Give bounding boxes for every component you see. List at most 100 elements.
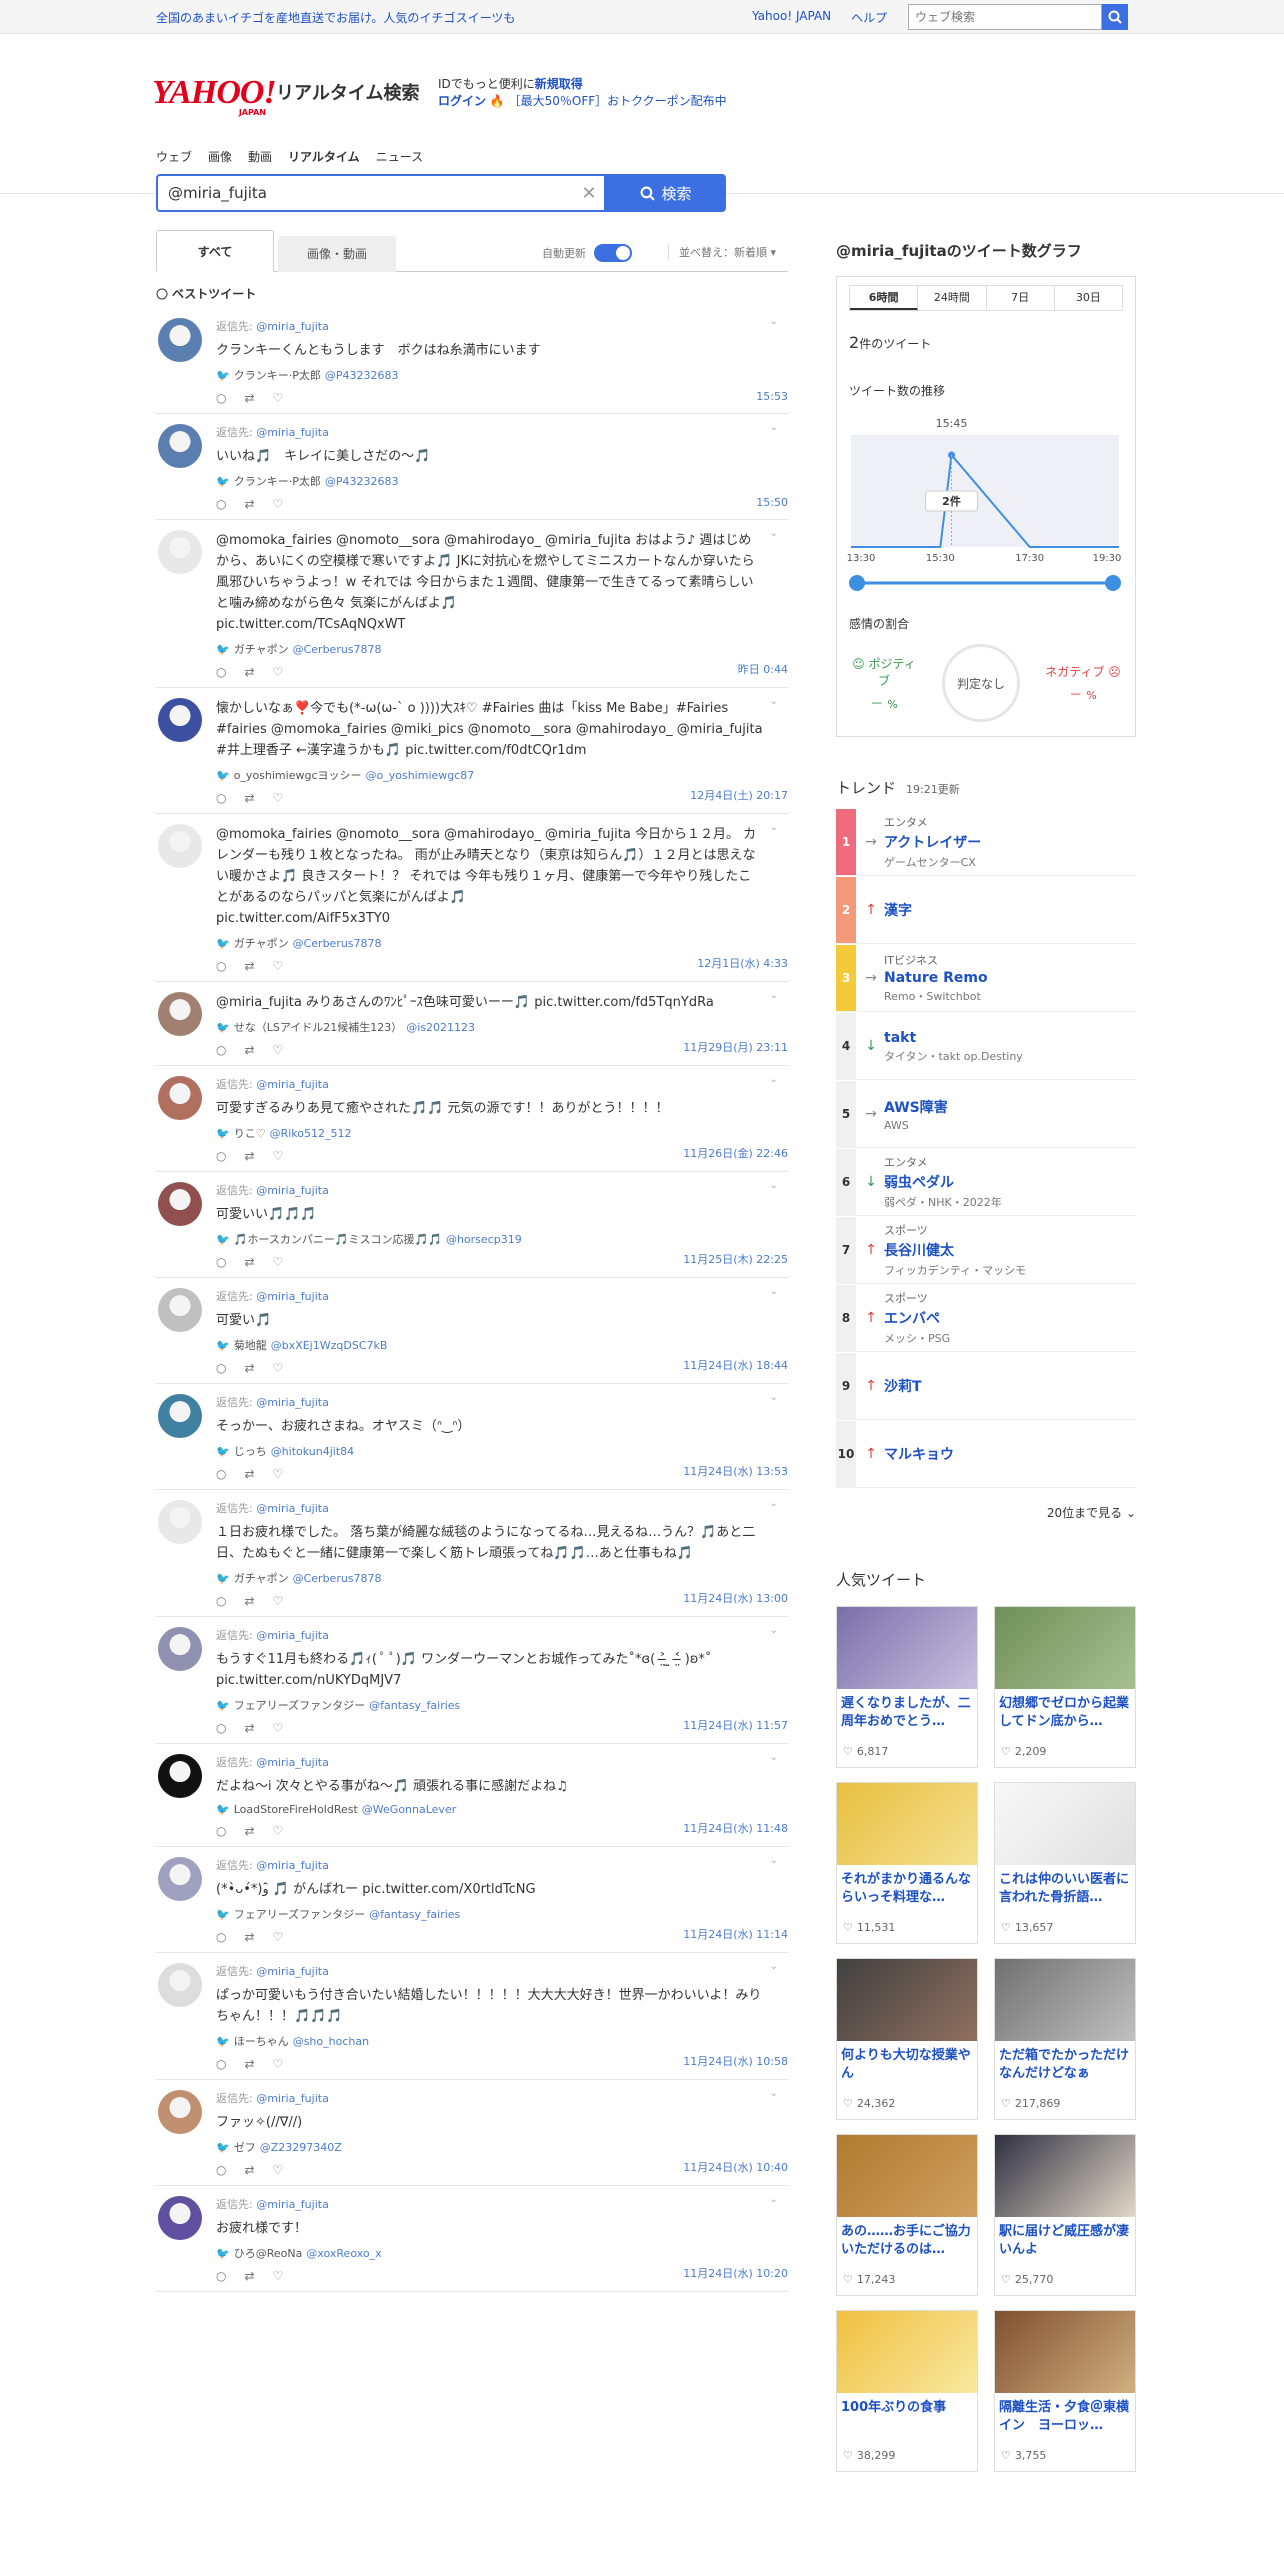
- chevron-down-icon[interactable]: ⌄: [770, 1855, 778, 1866]
- retweet-icon[interactable]: ⇄: [244, 497, 254, 511]
- like-icon[interactable]: ♡: [273, 1467, 284, 1481]
- retweet-icon[interactable]: ⇄: [244, 665, 254, 679]
- trend-word[interactable]: Nature Remo: [884, 970, 988, 986]
- retweet-icon[interactable]: ⇄: [244, 959, 254, 973]
- chevron-down-icon[interactable]: ⌄: [770, 1392, 778, 1403]
- like-icon[interactable]: ♡: [273, 391, 284, 405]
- reply-handle[interactable]: @miria_fujita: [256, 1290, 329, 1303]
- chevron-down-icon[interactable]: ⌄: [770, 990, 778, 1001]
- help-link[interactable]: ヘルプ: [851, 9, 887, 26]
- tweet-item[interactable]: ⌄ 返信先: @miria_fujita お疲れ様です！ 🐦 ひろ@ReoNa @xox…: [156, 2186, 788, 2292]
- period-tab-30d[interactable]: 30日: [1055, 286, 1122, 310]
- nav-image[interactable]: 画像: [208, 148, 232, 165]
- reply-handle[interactable]: @miria_fujita: [256, 1396, 329, 1409]
- reply-icon[interactable]: ○: [216, 665, 226, 679]
- tweet-user[interactable]: 🐦 クランキー·P太郎 @P43232683: [216, 473, 764, 489]
- avatar[interactable]: [158, 1754, 202, 1798]
- like-icon[interactable]: ♡: [273, 1930, 284, 1944]
- tab-media[interactable]: 画像・動画: [278, 236, 396, 272]
- search-button[interactable]: 検索: [606, 174, 726, 212]
- avatar[interactable]: [158, 1076, 202, 1120]
- chevron-down-icon[interactable]: ⌄: [770, 1074, 778, 1085]
- tweet-time[interactable]: 12月4日(土) 20:17: [690, 787, 788, 803]
- popular-tweet-card[interactable]: あの……お手にご協力いただけるのは… ♡ 17,243: [836, 2134, 978, 2296]
- tweet-user[interactable]: 🐦 フェアリーズファンタジー @fantasy_fairies: [216, 1906, 764, 1922]
- trend-item[interactable]: 3 → ITビジネス Nature Remo Remo・Switchbot: [836, 944, 1136, 1012]
- chevron-down-icon[interactable]: ⌄: [770, 2088, 778, 2099]
- tweet-user[interactable]: 🐦 ほーちゃん @sho_hochan: [216, 2033, 764, 2049]
- retweet-icon[interactable]: ⇄: [244, 1824, 254, 1838]
- tweet-user[interactable]: 🐦 ガチャポン @Cerberus7878: [216, 641, 764, 657]
- tweet-time[interactable]: 11月24日(水) 11:48: [683, 1820, 788, 1836]
- reply-handle[interactable]: @miria_fujita: [256, 1859, 329, 1872]
- like-icon[interactable]: ♡: [273, 791, 284, 805]
- tweet-item[interactable]: ⌄ @miria_fujita みりあさんのﾜﾝﾋﾟｰｽ色味可愛いーー🎵 pic.…: [156, 982, 788, 1066]
- auto-update-toggle[interactable]: [594, 244, 632, 262]
- range-slider-handle-right[interactable]: [1105, 575, 1121, 591]
- trend-word[interactable]: エンバペ: [884, 1308, 950, 1328]
- avatar[interactable]: [158, 1394, 202, 1438]
- tweet-item[interactable]: ⌄ 懐かしいなぁ❣️今でも(*-ω(ω-` o ))))大ｽｷ♡ #Fairies…: [156, 688, 788, 814]
- trend-more-link[interactable]: 20位まで見る ⌄: [836, 1504, 1136, 1521]
- popular-tweet-card[interactable]: これは仲のいい医者に言われた骨折語… ♡ 13,657: [994, 1782, 1136, 1944]
- chevron-down-icon[interactable]: ⌄: [770, 1625, 778, 1636]
- retweet-icon[interactable]: ⇄: [244, 391, 254, 405]
- period-tab-6h[interactable]: 6時間: [850, 286, 919, 310]
- avatar[interactable]: [158, 1500, 202, 1544]
- popular-tweet-card[interactable]: 隔離生活・夕食＠東横イン ヨーロッ… ♡ 3,755: [994, 2310, 1136, 2472]
- reply-icon[interactable]: ○: [216, 2269, 226, 2283]
- trend-item[interactable]: 4 ↓ takt タイタン・takt op.Destiny: [836, 1012, 1136, 1080]
- reply-icon[interactable]: ○: [216, 1043, 226, 1057]
- like-icon[interactable]: ♡: [273, 1721, 284, 1735]
- tweet-user[interactable]: 🐦 ひろ@ReoNa @xoxReoxo_x: [216, 2245, 764, 2261]
- like-icon[interactable]: ♡: [273, 1149, 284, 1163]
- like-icon[interactable]: ♡: [273, 1255, 284, 1269]
- tweet-time[interactable]: 11月24日(水) 13:00: [683, 1590, 788, 1606]
- avatar[interactable]: [158, 530, 202, 574]
- trend-word[interactable]: 沙莉T: [884, 1376, 922, 1396]
- search-input[interactable]: @miria_fujita: [158, 184, 574, 202]
- like-icon[interactable]: ♡: [273, 1043, 284, 1057]
- popular-tweet-card[interactable]: それがまかり通るんならいっそ料理な… ♡ 11,531: [836, 1782, 978, 1944]
- register-link[interactable]: 新規取得: [535, 77, 583, 91]
- tweet-time[interactable]: 11月24日(水) 10:58: [683, 2053, 788, 2069]
- tweet-user[interactable]: 🐦 ゼフ @Z23297340Z: [216, 2139, 764, 2155]
- trend-item[interactable]: 8 ↑ スポーツ エンバペ メッシ・PSG: [836, 1284, 1136, 1352]
- tweet-user[interactable]: 🐦 o_yoshimiewgcヨッシー @o_yoshimiewgc87: [216, 767, 764, 783]
- reply-handle[interactable]: @miria_fujita: [256, 2198, 329, 2211]
- trend-word[interactable]: 弱虫ペダル: [884, 1172, 1002, 1192]
- avatar[interactable]: [158, 824, 202, 868]
- popular-tweet-card[interactable]: 駅に届けど威圧感が凄いんよ ♡ 25,770: [994, 2134, 1136, 2296]
- tweet-item[interactable]: ⌄ 返信先: @miria_fujita そっかー、お疲れさまね。オヤスミ（ᐢ‿ᐢ）…: [156, 1384, 788, 1490]
- like-icon[interactable]: ♡: [273, 665, 284, 679]
- trend-word[interactable]: takt: [884, 1030, 1023, 1046]
- tab-all[interactable]: すべて: [156, 230, 274, 272]
- retweet-icon[interactable]: ⇄: [244, 2163, 254, 2177]
- reply-icon[interactable]: ○: [216, 1721, 226, 1735]
- reply-handle[interactable]: @miria_fujita: [256, 1965, 329, 1978]
- chevron-down-icon[interactable]: ⌄: [770, 1498, 778, 1509]
- avatar[interactable]: [158, 992, 202, 1036]
- reply-handle[interactable]: @miria_fujita: [256, 1756, 329, 1769]
- trend-word[interactable]: 長谷川健太: [884, 1240, 1026, 1260]
- tweet-item[interactable]: ⌄ 返信先: @miria_fujita 可愛いい🎵🎵🎵 🐦 🎵ホースカンパニー🎵ミスコ…: [156, 1172, 788, 1278]
- like-icon[interactable]: ♡: [273, 2057, 284, 2071]
- reply-icon[interactable]: ○: [216, 791, 226, 805]
- chevron-down-icon[interactable]: ⌄: [770, 422, 778, 433]
- tweet-user[interactable]: 🐦 じっち @hitokun4jit84: [216, 1443, 764, 1459]
- like-icon[interactable]: ♡: [273, 2269, 284, 2283]
- retweet-icon[interactable]: ⇄: [244, 1930, 254, 1944]
- chevron-down-icon[interactable]: ⌄: [770, 316, 778, 327]
- tweet-item[interactable]: ⌄ 返信先: @miria_fujita だよね〜i 次々とやる事がね〜🎵 頑張れる…: [156, 1744, 788, 1847]
- chevron-down-icon[interactable]: ⌄: [770, 2194, 778, 2205]
- trend-word[interactable]: AWS障害: [884, 1097, 948, 1117]
- tweet-user[interactable]: 🐦 りこ♡ @Riko512_512: [216, 1125, 764, 1141]
- like-icon[interactable]: ♡: [273, 959, 284, 973]
- tweet-item[interactable]: ⌄ 返信先: @miria_fujita もうすぐ11月も終わる🎵ｨ( ﾟ ﾟ)🎵 …: [156, 1617, 788, 1744]
- reply-handle[interactable]: @miria_fujita: [256, 320, 329, 333]
- nav-web[interactable]: ウェブ: [156, 148, 192, 165]
- avatar[interactable]: [158, 318, 202, 362]
- tweet-time[interactable]: 11月29日(月) 23:11: [683, 1039, 788, 1055]
- reply-handle[interactable]: @miria_fujita: [256, 426, 329, 439]
- sort-dropdown[interactable]: 並べ替え：新着順 ▾: [668, 244, 776, 260]
